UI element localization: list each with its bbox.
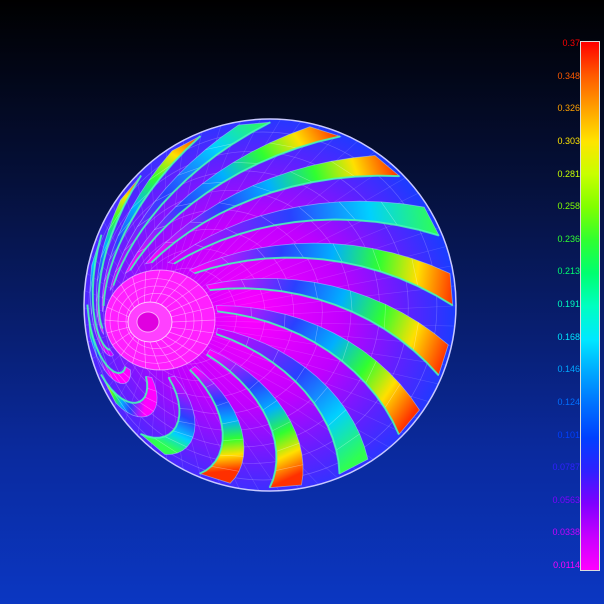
legend-label: 0.0787	[552, 462, 580, 473]
legend-label: 0.146	[557, 364, 580, 375]
impeller-model	[83, 118, 457, 492]
legend-label: 0.236	[557, 233, 580, 244]
legend-label: 0.326	[557, 103, 580, 114]
legend-label: 0.168	[557, 331, 580, 342]
legend-colorbar	[580, 41, 600, 571]
legend-label: 0.191	[557, 299, 580, 309]
hub	[104, 269, 216, 371]
legend-label: 0.0114	[553, 560, 580, 570]
legend-label: 0.124	[557, 396, 580, 407]
legend-label: 0.0338	[552, 527, 580, 538]
hub-bore	[136, 311, 160, 333]
legend-label: 0.213	[557, 266, 580, 277]
impeller-render-viewport[interactable]	[0, 0, 604, 604]
legend-label: 0.303	[557, 135, 580, 146]
color-legend: 0.37 0.348 0.326 0.303 0.281 0.258 0.236 0.213 0…	[548, 36, 604, 572]
legend-label: 0.0563	[552, 494, 580, 505]
legend-label: 0.281	[557, 168, 580, 179]
legend-label: 0.258	[557, 201, 580, 212]
legend-label: 0.101	[557, 429, 580, 440]
legend-label: 0.37	[562, 38, 580, 48]
legend-label: 0.348	[557, 70, 580, 81]
